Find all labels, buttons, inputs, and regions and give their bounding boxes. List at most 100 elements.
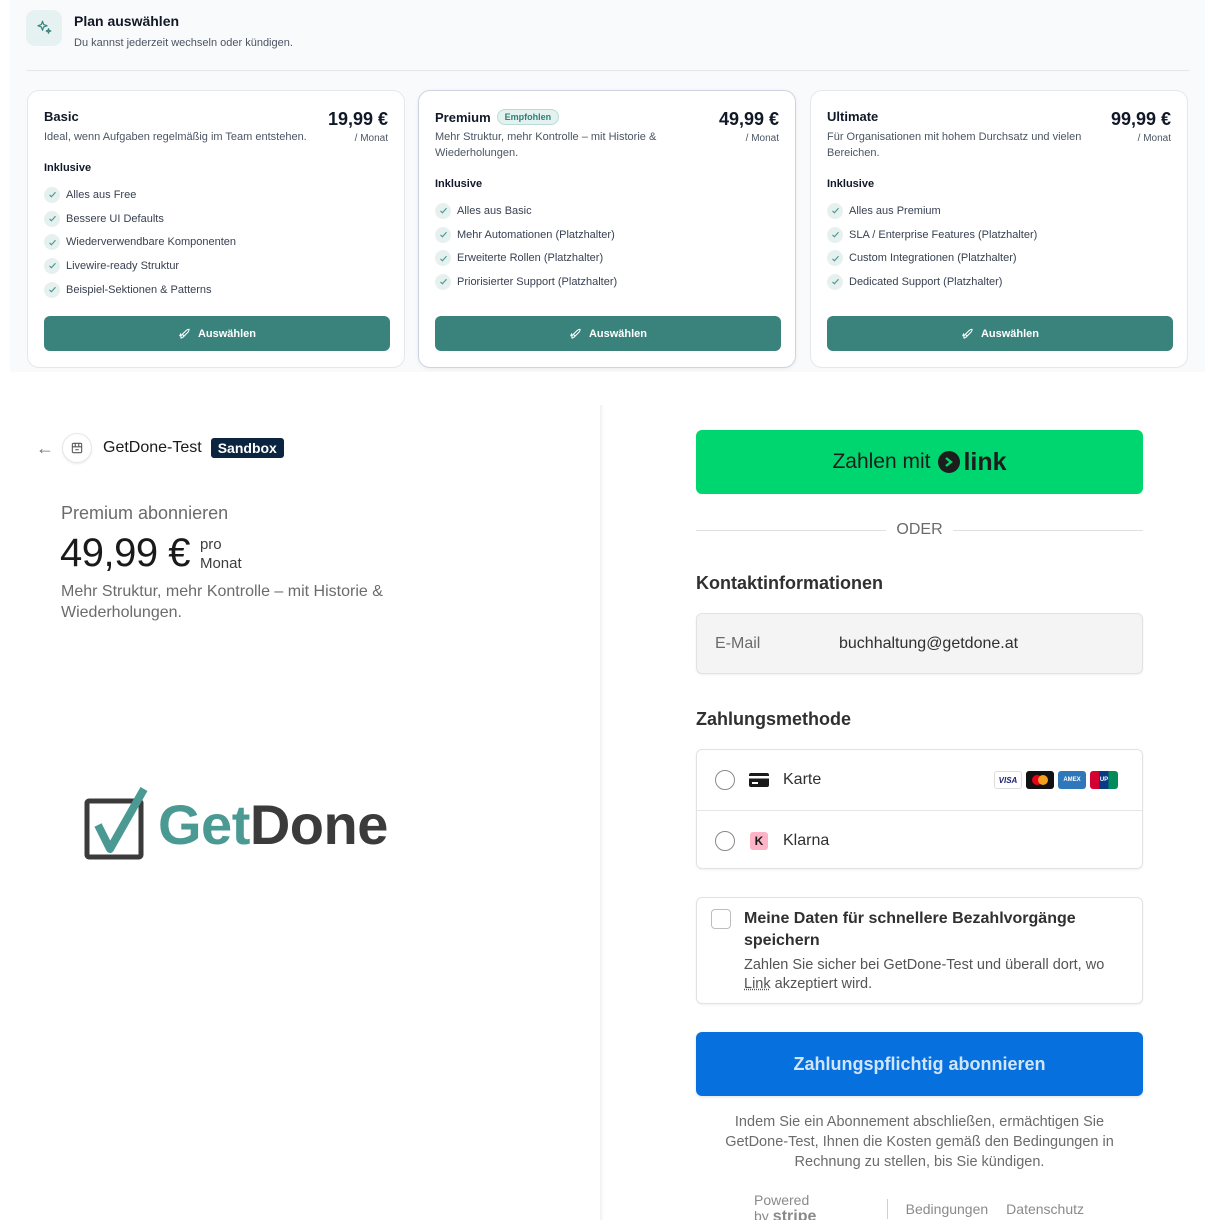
contact-heading: Kontaktinformationen — [696, 573, 883, 594]
store-icon — [62, 433, 92, 463]
rocket-icon — [961, 327, 975, 341]
select-premium-button[interactable]: Auswählen — [435, 316, 781, 351]
plan-description: Mehr Struktur, mehr Kontrolle – mit Hist… — [435, 129, 705, 161]
save-details-title: Meine Daten für schnellere Bezahlvorgäng… — [744, 908, 1124, 952]
payment-heading: Zahlungsmethode — [696, 709, 851, 730]
visa-icon: VISA — [994, 771, 1022, 789]
plan-card-basic: Basic 19,99 € / Monat Ideal, wenn Aufgab… — [27, 90, 405, 368]
link-info-link[interactable]: Link — [744, 976, 771, 992]
feature-list: Alles aus Free Bessere UI Defaults Wiede… — [44, 183, 236, 301]
checkbox-logo-icon — [84, 787, 154, 861]
save-details-box: Meine Daten für schnellere Bezahlvorgäng… — [696, 897, 1143, 1004]
divider — [26, 70, 1190, 71]
radio-button[interactable] — [715, 770, 735, 790]
subscription-price: 49,99 € — [60, 531, 190, 576]
feature-item: Mehr Automationen (Platzhalter) — [435, 223, 617, 247]
plans-title: Plan auswählen — [74, 10, 293, 32]
check-icon — [44, 211, 60, 227]
plan-name: Ultimate — [827, 109, 878, 124]
subscribe-button[interactable]: Zahlungspflichtig abonnieren — [696, 1032, 1143, 1096]
stripe-logo: stripe — [773, 1208, 817, 1220]
check-icon — [827, 227, 843, 243]
price-row: 49,99 € pro Monat — [60, 531, 242, 576]
feature-item: Dedicated Support (Platzhalter) — [827, 270, 1037, 294]
sparkle-icon — [26, 10, 62, 46]
checkout-summary: ← GetDone-Test Sandbox Premium abonniere… — [0, 405, 600, 1220]
feature-item: Beispiel-Sektionen & Patterns — [44, 278, 236, 302]
card-icon — [749, 773, 769, 787]
select-ultimate-button[interactable]: Auswählen — [827, 316, 1173, 351]
check-icon — [827, 250, 843, 266]
feature-item: Alles aus Premium — [827, 199, 1037, 223]
back-arrow-icon[interactable]: ← — [36, 438, 58, 459]
feature-item: Priorisierter Support (Platzhalter) — [435, 270, 617, 294]
card-brand-logos: VISA AMEX UP — [994, 771, 1118, 789]
unionpay-icon: UP — [1090, 771, 1118, 789]
feature-item: Custom Integrationen (Platzhalter) — [827, 246, 1037, 270]
subscription-title: Premium abonnieren — [61, 503, 228, 524]
feature-item: Bessere UI Defaults — [44, 207, 236, 231]
checkout-footer: Powered by stripe Bedingungen Datenschutz — [754, 1192, 1084, 1220]
logo-text: GetDone — [158, 792, 388, 857]
check-icon — [44, 234, 60, 250]
checkout-form: Zahlen mit link ODER Kontaktinformatione… — [604, 405, 1215, 1220]
inclusive-label: Inklusive — [827, 178, 874, 190]
or-divider: ODER — [696, 521, 1143, 539]
merchant-name: GetDone-Test — [103, 439, 202, 457]
save-details-checkbox[interactable] — [711, 909, 731, 929]
plans-header: Plan auswählen Du kannst jederzeit wechs… — [26, 10, 293, 54]
feature-item: Livewire-ready Struktur — [44, 254, 236, 278]
plan-card-premium: Premium Empfohlen 49,99 € / Monat Mehr St… — [418, 90, 796, 368]
inclusive-label: Inklusive — [44, 162, 91, 174]
plan-price: 49,99 € — [719, 109, 779, 130]
save-details-text: Zahlen Sie sicher bei GetDone-Test und ü… — [744, 956, 1134, 994]
payment-option-label: Klarna — [783, 832, 829, 850]
check-icon — [44, 282, 60, 298]
plan-card-ultimate: Ultimate 99,99 € / Monat Für Organisatio… — [810, 90, 1188, 368]
terms-link[interactable]: Bedingungen — [906, 1201, 989, 1217]
payment-option-label: Karte — [783, 771, 821, 789]
feature-item: Alles aus Basic — [435, 199, 617, 223]
check-icon — [44, 258, 60, 274]
plan-name: Premium Empfohlen — [435, 109, 559, 125]
link-arrow-icon — [938, 451, 960, 473]
plan-price: 19,99 € — [328, 109, 388, 130]
feature-item: Alles aus Free — [44, 183, 236, 207]
feature-item: Wiederverwendbare Komponenten — [44, 230, 236, 254]
rocket-icon — [569, 327, 583, 341]
plan-period: / Monat — [746, 133, 779, 144]
klarna-icon: K — [749, 832, 769, 850]
plan-description: Ideal, wenn Aufgaben regelmäßig im Team … — [44, 129, 314, 145]
check-icon — [435, 227, 451, 243]
inclusive-label: Inklusive — [435, 178, 482, 190]
feature-list: Alles aus Basic Mehr Automationen (Platz… — [435, 199, 617, 294]
feature-item: Erweiterte Rollen (Platzhalter) — [435, 246, 617, 270]
feature-list: Alles aus Premium SLA / Enterprise Featu… — [827, 199, 1037, 294]
email-field[interactable]: E-Mail buchhaltung@getdone.at — [696, 613, 1143, 674]
email-value: buchhaltung@getdone.at — [839, 635, 1018, 653]
merchant-header: ← GetDone-Test Sandbox — [36, 433, 284, 463]
check-icon — [44, 187, 60, 203]
billing-period: pro Monat — [200, 535, 242, 573]
check-icon — [827, 203, 843, 219]
payment-option-klarna[interactable]: K Klarna — [697, 810, 1142, 870]
link-brand: link — [963, 448, 1006, 477]
pay-with-link-button[interactable]: Zahlen mit link — [696, 430, 1143, 494]
amex-icon: AMEX — [1058, 771, 1086, 789]
plans-subtitle: Du kannst jederzeit wechseln oder kündig… — [74, 32, 293, 54]
powered-by-label: Powered by stripe — [754, 1192, 869, 1220]
privacy-link[interactable]: Datenschutz — [1006, 1201, 1084, 1217]
plan-period: / Monat — [355, 133, 388, 144]
select-basic-button[interactable]: Auswählen — [44, 316, 390, 351]
check-icon — [435, 274, 451, 290]
legal-text: Indem Sie ein Abonnement abschließen, er… — [712, 1112, 1127, 1172]
radio-button[interactable] — [715, 831, 735, 851]
check-icon — [435, 203, 451, 219]
plan-description: Für Organisationen mit hohem Durchsatz u… — [827, 129, 1097, 161]
check-icon — [435, 250, 451, 266]
check-icon — [827, 274, 843, 290]
recommended-badge: Empfohlen — [497, 109, 560, 125]
email-label: E-Mail — [715, 635, 839, 653]
mastercard-icon — [1026, 771, 1054, 789]
payment-option-card[interactable]: Karte VISA AMEX UP — [697, 750, 1142, 810]
